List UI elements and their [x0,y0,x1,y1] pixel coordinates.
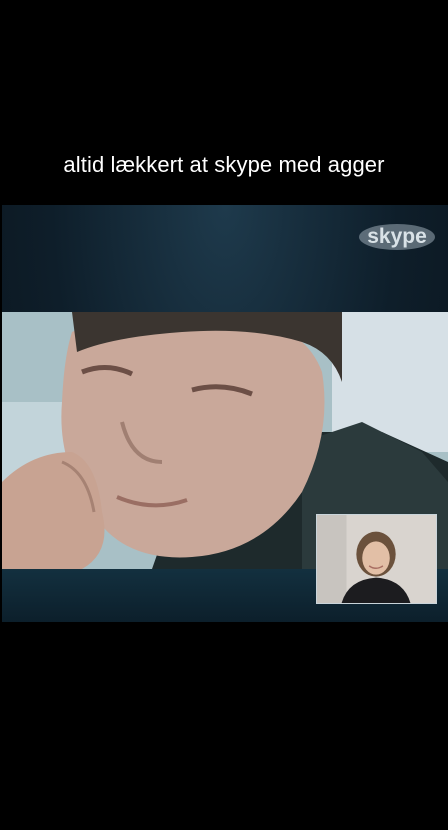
post-caption: altid lækkert at skype med agger [63,152,385,177]
skype-call-window: skype [2,205,448,622]
skype-logo-icon: skype [358,221,436,251]
skype-logo-text: skype [367,225,427,248]
self-view-video [316,514,437,604]
